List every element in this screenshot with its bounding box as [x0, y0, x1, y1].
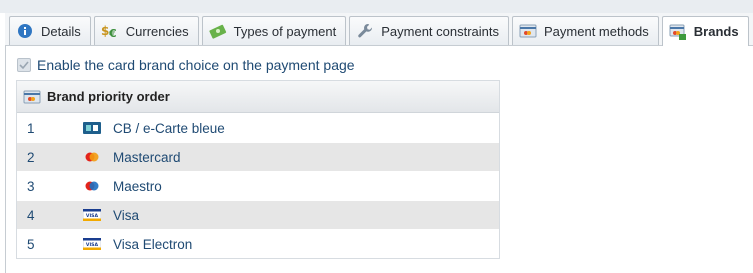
- svg-text:VISA: VISA: [86, 242, 99, 248]
- brand-priority-table: Brand priority order 1 CB / e-Carte bleu…: [16, 80, 500, 259]
- table-row[interactable]: 3 Maestro: [17, 171, 499, 200]
- priority-number: 2: [27, 149, 35, 165]
- tab-brands[interactable]: Brands: [661, 16, 749, 46]
- banknote-icon: [208, 23, 227, 39]
- brand-choice-label: Enable the card brand choice on the paym…: [37, 57, 355, 73]
- card-icon: [519, 23, 537, 39]
- brand-name: Mastercard: [113, 149, 181, 165]
- brand-name: Visa Electron: [113, 236, 193, 252]
- top-band: [0, 0, 753, 13]
- cb-card-icon: [83, 122, 113, 134]
- table-header-label: Brand priority order: [47, 89, 170, 104]
- tab-types-of-payment[interactable]: Types of payment: [201, 16, 347, 45]
- priority-number: 1: [27, 120, 35, 136]
- tab-label: Payment constraints: [381, 23, 500, 39]
- brand-name: CB / e-Carte bleue: [113, 120, 225, 136]
- tab-bar: Details $ € Currencies Types of payment P…: [5, 13, 753, 46]
- tab-label: Payment methods: [544, 23, 649, 39]
- tab-label: Currencies: [125, 23, 189, 39]
- brand-name: Visa: [113, 207, 140, 223]
- table-row[interactable]: 5 VISA Visa Electron: [17, 229, 499, 258]
- svg-text:VISA: VISA: [86, 213, 99, 219]
- wrench-icon: [356, 23, 374, 39]
- card-icon: [23, 89, 41, 105]
- priority-number: 4: [27, 207, 35, 223]
- tab-label: Details: [41, 23, 81, 39]
- tab-payment-methods[interactable]: Payment methods: [512, 16, 659, 45]
- tab-currencies[interactable]: $ € Currencies: [93, 16, 199, 45]
- maestro-icon: [83, 180, 113, 192]
- brands-icon: [669, 24, 687, 40]
- currency-icon: $ €: [101, 23, 119, 39]
- visa-icon: VISA: [83, 238, 113, 250]
- info-icon: [16, 23, 34, 39]
- table-row[interactable]: 4 VISA Visa: [17, 200, 499, 229]
- tab-label: Types of payment: [233, 23, 337, 39]
- tab-label: Brands: [693, 24, 739, 39]
- priority-number: 5: [27, 236, 35, 252]
- mastercard-icon: [83, 151, 113, 163]
- svg-text:€: €: [108, 27, 117, 39]
- table-row[interactable]: 2 Mastercard: [17, 142, 499, 171]
- priority-number: 3: [27, 178, 35, 194]
- tab-details[interactable]: Details: [9, 16, 91, 45]
- brand-choice-option: Enable the card brand choice on the paym…: [17, 57, 355, 73]
- visa-icon: VISA: [83, 209, 113, 221]
- table-header: Brand priority order: [17, 81, 499, 113]
- tab-payment-constraints[interactable]: Payment constraints: [349, 16, 510, 45]
- table-row[interactable]: 1 CB / e-Carte bleue: [17, 113, 499, 142]
- brand-name: Maestro: [113, 178, 162, 194]
- brand-choice-checkbox[interactable]: [17, 58, 31, 72]
